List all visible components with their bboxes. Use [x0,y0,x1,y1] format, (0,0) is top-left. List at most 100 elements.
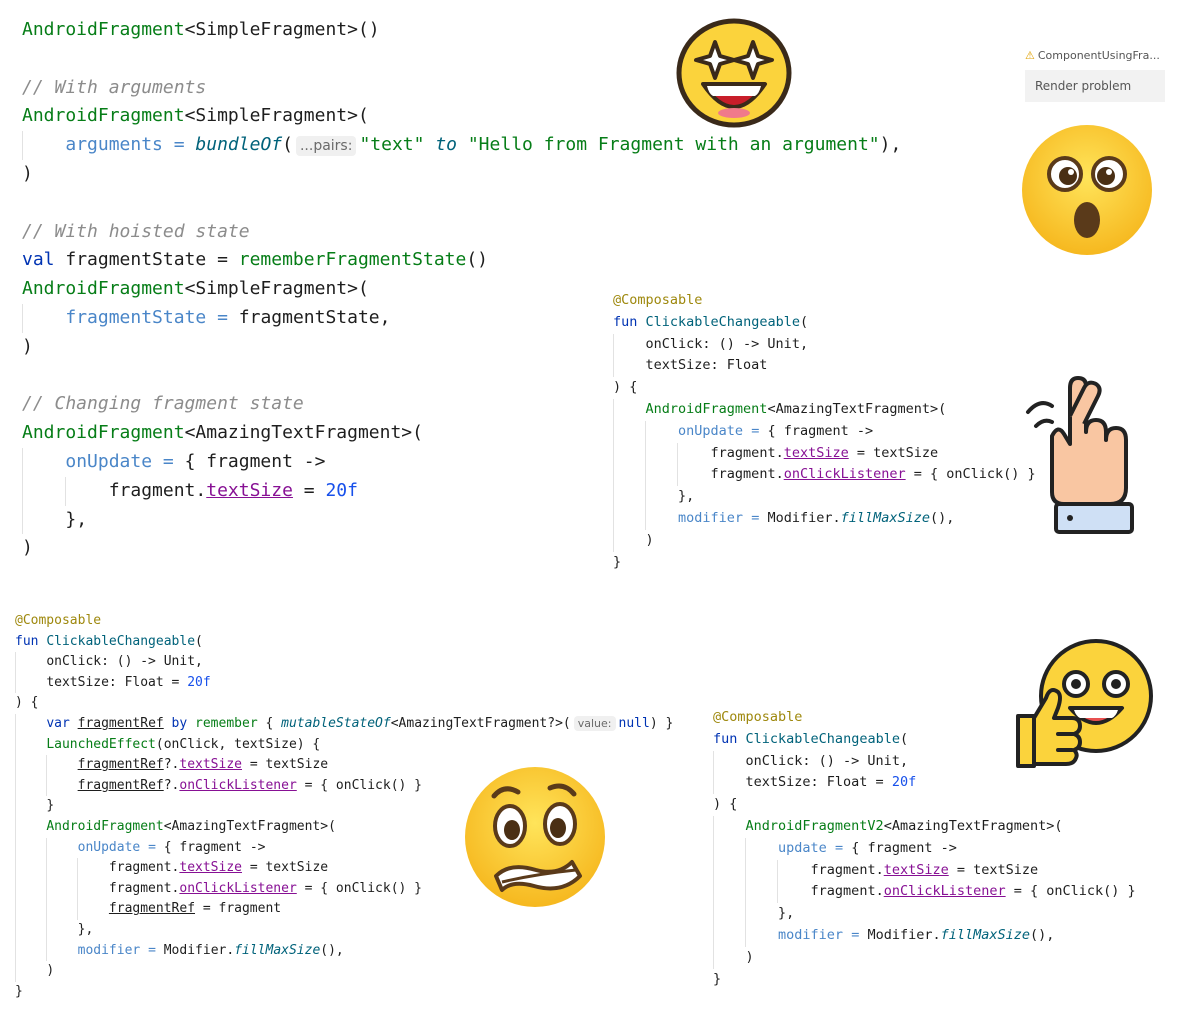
code-token: fragmentState, [238,306,391,328]
code-token: = textSize [242,757,329,773]
code-token: fragmentRef [77,757,164,773]
code-token: AndroidFragment [645,400,768,417]
code-line: ) [15,961,673,982]
code-keyword: val [22,249,55,271]
code-line: ) [613,529,1036,552]
code-token: update [778,839,827,856]
code-token: <AmazingTextFragment>( [163,818,336,834]
code-token: ClickableChangeable [745,730,900,747]
code-token: modifier [678,509,744,526]
code-token: ) } [649,715,674,731]
parameter-hint: ...pairs: [295,136,357,157]
code-token: ( [282,134,293,156]
code-token: AndroidFragment [22,19,185,40]
code-token: onClickListener [883,883,1006,900]
code-line: modifier = Modifier.fillMaxSize(), [15,940,673,962]
preview-tab[interactable]: ⚠ ComponentUsingFra... [1025,42,1165,70]
star-struck-emoji-icon [676,18,792,128]
code-token: = [162,134,196,156]
code-token: onClickListener [179,777,297,793]
code-token: = [292,479,326,501]
code-token: = fragment [195,901,282,917]
code-token: = textSize [948,861,1039,878]
code-line: fun ClickableChangeable( [15,632,673,653]
code-token: { [257,715,282,731]
code-snippet-clickable-changeable-v1: @Composable fun ClickableChangeable( onC… [613,290,1036,573]
code-token: AndroidFragment [22,105,185,127]
code-line: fun ClickableChangeable( [613,312,1036,334]
code-line: } [15,982,673,1003]
code-keyword: fun [613,313,638,330]
code-line: ) [713,946,1136,969]
code-token: onUpdate [77,839,141,855]
code-token: ) [22,537,33,559]
code-token: <SimpleFragment>() [184,19,380,40]
code-keyword: var [46,715,70,731]
code-token: = [743,509,768,526]
code-keyword: null [618,715,650,731]
code-line: textSize: Float = 20f [713,772,1136,795]
code-token: fragment. [810,861,884,878]
code-token: ) [22,335,33,357]
code-token: ) { [15,695,39,711]
code-line: @Composable [15,611,673,632]
code-token: arguments [65,134,163,156]
code-token: }, [77,921,94,937]
code-token: "text" [359,134,425,156]
code-annotation: @Composable [713,709,803,725]
code-line: fragment.onClickListener = { onClick() } [713,881,1136,904]
code-line: ) { [15,693,673,714]
code-line: }, [713,903,1136,925]
code-token: } [15,983,23,999]
code-line: fragment.textSize = textSize [713,859,1136,882]
code-token: (), [320,942,344,958]
code-token: ( [195,633,203,649]
code-token: fragment. [108,479,207,501]
code-token: = [743,422,768,439]
code-line: onUpdate = { fragment -> [613,420,1036,443]
code-token: modifier [77,942,141,958]
code-comment: // Changing fragment state [22,393,304,415]
code-line: } [613,552,1036,574]
code-token: ) { [713,796,738,813]
code-token: <AmazingTextFragment?>( [390,715,571,731]
code-line: update = { fragment -> [713,837,1136,860]
render-problem-button[interactable]: Render problem [1025,70,1165,102]
code-token: fragment. [108,880,180,896]
code-token: <AmazingTextFragment>( [767,400,947,417]
code-line: }, [15,919,673,941]
code-token: ( [799,313,809,330]
code-token: textSize [783,444,849,461]
code-token: textSize: Float = [745,774,892,791]
code-token: fragmentState = [54,249,239,271]
code-token: ClickableChangeable [46,633,196,649]
preview-panel: ⚠ ComponentUsingFra... Render problem [1025,42,1165,102]
code-token: fillMaxSize [234,942,321,958]
code-token: textSize: Float = [46,674,188,690]
code-line: ) [22,160,901,189]
code-token: = [206,306,239,328]
code-token: fragment. [710,466,784,483]
code-line: ) { [613,377,1036,399]
code-token: = [826,839,852,856]
code-token: LaunchedEffect [46,736,156,752]
code-token: = textSize [848,444,939,461]
code-token: Modifier. [767,509,841,526]
code-token: bundleOf [195,134,283,156]
code-token: Modifier. [867,926,941,943]
code-keyword: fun [713,730,738,747]
code-token: AndroidFragmentV2 [745,817,884,834]
code-token: } [46,798,55,814]
code-line: var fragmentRef by remember { mutableSta… [15,713,674,735]
code-token: fillMaxSize [840,509,931,526]
code-line: arguments = bundleOf(...pairs: "text" to … [22,131,901,160]
code-token: = [140,839,164,855]
code-line: onClick: () -> Unit, [613,333,1036,356]
preview-tab-label: ComponentUsingFra... [1037,49,1160,62]
code-token: 20f [325,479,358,501]
code-token: { fragment -> [184,450,326,472]
code-token: textSize [206,479,293,501]
code-token: <SimpleFragment>( [184,105,369,127]
code-token: } [613,553,622,570]
